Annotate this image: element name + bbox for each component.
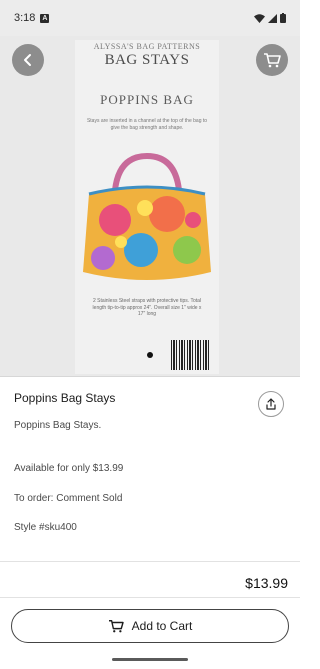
barcode	[171, 340, 211, 370]
product-image: ALYSSA'S BAG PATTERNS BAG STAYS POPPINS …	[75, 40, 219, 374]
carousel-indicator[interactable]	[147, 352, 153, 358]
chevron-left-icon	[24, 54, 31, 66]
bag-illustration	[83, 152, 211, 280]
add-to-cart-button[interactable]: Add to Cart	[11, 609, 289, 643]
product-title: Poppins Bag Stays	[14, 391, 116, 405]
package-description: Stays are inserted in a channel at the t…	[86, 118, 208, 131]
back-button[interactable]	[12, 44, 44, 76]
cart-button[interactable]	[256, 44, 288, 76]
price: $13.99	[245, 575, 288, 591]
wifi-icon	[254, 13, 265, 23]
status-bar: 3:18 A	[0, 0, 300, 36]
package-brand-title: BAG STAYS	[104, 52, 190, 68]
status-time: 3:18	[14, 12, 36, 24]
divider	[0, 376, 300, 377]
cart-icon	[264, 53, 281, 68]
order-info-text: To order: Comment Sold	[14, 493, 123, 504]
signal-icon	[268, 13, 277, 23]
notification-icon: A	[40, 13, 50, 23]
availability-text: Available for only $13.99	[14, 463, 124, 474]
product-description: Poppins Bag Stays.	[14, 420, 102, 431]
footer-divider	[0, 597, 300, 598]
battery-icon	[280, 13, 286, 23]
package-brand-line: ALYSSA'S BAG PATTERNS	[93, 42, 201, 51]
package-note: 2 Stainless Steel straps with protective…	[92, 298, 202, 317]
share-button[interactable]	[258, 391, 284, 417]
add-to-cart-label: Add to Cart	[131, 619, 193, 633]
home-indicator[interactable]	[112, 658, 188, 661]
package-pattern-title: POPPINS BAG	[100, 92, 194, 107]
status-icons	[254, 13, 286, 23]
share-icon	[266, 398, 276, 410]
style-text: Style #sku400	[14, 522, 77, 533]
product-image-carousel[interactable]: ALYSSA'S BAG PATTERNS BAG STAYS POPPINS …	[0, 36, 300, 376]
cart-icon	[108, 620, 124, 633]
